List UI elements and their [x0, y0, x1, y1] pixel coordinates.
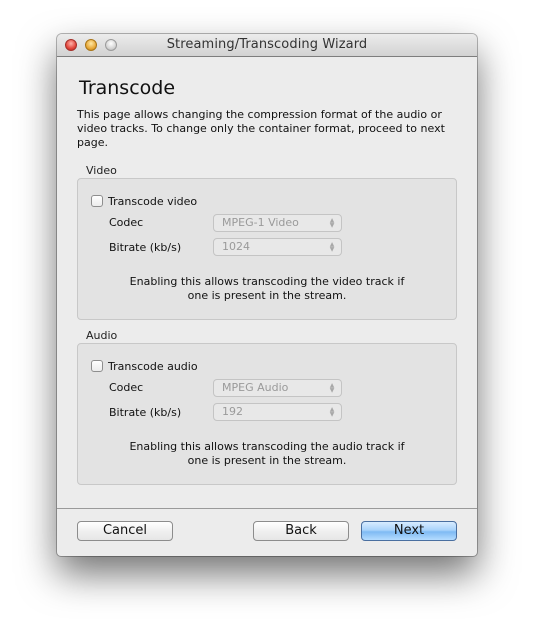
audio-group-label: Audio: [86, 329, 118, 342]
transcode-audio-checkbox[interactable]: [91, 360, 103, 372]
audio-codec-label: Codec: [109, 381, 144, 394]
select-arrows-icon: ▲ ▼: [329, 241, 335, 253]
audio-bitrate-select[interactable]: 192 ▲ ▼: [213, 403, 342, 421]
audio-bitrate-label: Bitrate (kb/s): [109, 406, 182, 419]
select-arrows-icon: ▲ ▼: [329, 382, 335, 394]
audio-group: Transcode audio Codec MPEG Audio ▲ ▼ Bitr…: [77, 343, 457, 485]
audio-codec-select[interactable]: MPEG Audio ▲ ▼: [213, 379, 342, 397]
footer-separator: [57, 508, 477, 509]
video-codec-select[interactable]: MPEG-1 Video ▲ ▼: [213, 214, 342, 232]
video-codec-label: Codec: [109, 216, 144, 229]
video-bitrate-value: 1024: [222, 240, 250, 253]
transcode-audio-label[interactable]: Transcode audio: [108, 360, 198, 373]
cancel-button[interactable]: Cancel: [77, 521, 173, 541]
transcode-audio-checkbox-row[interactable]: Transcode audio: [91, 359, 198, 373]
video-codec-value: MPEG-1 Video: [222, 216, 299, 229]
transcode-video-label[interactable]: Transcode video: [108, 195, 197, 208]
select-arrows-icon: ▲ ▼: [329, 406, 335, 418]
video-bitrate-select[interactable]: 1024 ▲ ▼: [213, 238, 342, 256]
page-description: This page allows changing the compressio…: [77, 108, 445, 149]
transcode-video-checkbox[interactable]: [91, 195, 103, 207]
video-group-label: Video: [86, 164, 117, 177]
video-bitrate-label: Bitrate (kb/s): [109, 241, 182, 254]
back-button[interactable]: Back: [253, 521, 349, 541]
select-arrows-icon: ▲ ▼: [329, 217, 335, 229]
page-heading: Transcode: [79, 77, 176, 99]
window-title: Streaming/Transcoding Wizard: [166, 37, 368, 52]
video-hint: Enabling this allows transcoding the vid…: [129, 275, 405, 302]
audio-bitrate-value: 192: [222, 405, 243, 418]
next-button[interactable]: Next: [361, 521, 457, 541]
transcode-video-checkbox-row[interactable]: Transcode video: [91, 194, 197, 208]
audio-codec-value: MPEG Audio: [222, 381, 289, 394]
wizard-window: Streaming/Transcoding Wizard Transcode T…: [57, 34, 477, 556]
title-bar[interactable]: Streaming/Transcoding Wizard: [57, 34, 477, 57]
audio-hint: Enabling this allows transcoding the aud…: [129, 440, 405, 467]
video-group: Transcode video Codec MPEG-1 Video ▲ ▼ Bi…: [77, 178, 457, 320]
